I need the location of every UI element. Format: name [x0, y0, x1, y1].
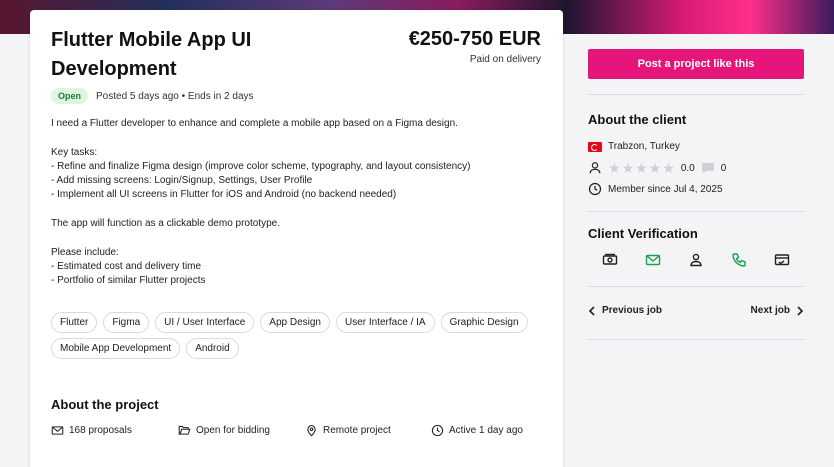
star-icon: ★	[621, 160, 635, 176]
project-facts: 168 proposals Open for bidding Remote pr…	[51, 424, 551, 437]
review-count: 0	[720, 162, 727, 174]
skill-tag[interactable]: Graphic Design	[440, 312, 528, 333]
skill-tag[interactable]: UI / User Interface	[155, 312, 255, 333]
clock-icon	[431, 424, 444, 437]
next-job-link[interactable]: Next job	[751, 305, 804, 316]
chevron-right-icon	[797, 305, 804, 316]
proposals-count: 168 proposals	[69, 425, 132, 436]
description-line	[51, 131, 551, 145]
user-icon	[589, 162, 601, 174]
star-icon: ★	[635, 160, 648, 176]
client-rating: ★ ★ ★ ★ ★ 0.0 0	[588, 161, 726, 175]
location-fact: Remote project	[305, 424, 431, 437]
divider	[588, 339, 804, 340]
project-meta: Open Posted 5 days ago • Ends in 2 days	[51, 88, 254, 104]
rating-stars: ★ ★ ★ ★ ★	[608, 160, 675, 176]
description-line: - Refine and finalize Figma design (impr…	[51, 160, 471, 172]
description-line: - Estimated cost and delivery time	[51, 260, 202, 272]
next-job-label: Next job	[750, 305, 790, 316]
post-project-button[interactable]: Post a project like this	[588, 49, 804, 79]
email-verified-icon	[645, 254, 660, 266]
location-pin-icon	[307, 425, 316, 437]
chevron-left-icon	[588, 305, 595, 316]
deposit-verified-icon	[775, 254, 790, 266]
description-line: - Add missing screens: Login/Signup, Set…	[51, 175, 313, 187]
description-line	[51, 231, 551, 245]
project-location: Remote project	[323, 425, 391, 436]
rating-value: 0.0	[680, 162, 695, 174]
project-title: Flutter Mobile App UI Development	[51, 29, 252, 80]
description-line: Key tasks:	[51, 146, 98, 158]
star-icon: ★	[648, 160, 662, 176]
description-line	[51, 203, 551, 217]
clock-icon	[588, 182, 602, 196]
skill-tag[interactable]: User Interface / IA	[335, 312, 435, 333]
skill-tag[interactable]: App Design	[260, 312, 330, 333]
skill-tags: Flutter Figma UI / User Interface App De…	[51, 312, 551, 359]
skill-tag[interactable]: Android	[186, 338, 239, 359]
status-badge: Open	[51, 88, 89, 104]
profile-verified-icon	[690, 253, 702, 267]
client-verification-heading: Client Verification	[588, 226, 698, 241]
divider	[588, 211, 804, 212]
activity-status: Active 1 day ago	[449, 425, 523, 436]
activity-fact: Active 1 day ago	[431, 424, 523, 437]
review-bubble-icon	[701, 162, 714, 174]
envelope-icon	[51, 426, 64, 435]
about-client-heading: About the client	[588, 112, 687, 127]
project-details-card: Flutter Mobile App UI Development €250-7…	[30, 10, 563, 467]
turkey-flag-icon	[588, 141, 602, 152]
payment-verified-icon	[602, 253, 617, 265]
divider	[588, 286, 804, 287]
star-icon: ★	[662, 160, 675, 176]
skill-tag[interactable]: Flutter	[51, 312, 98, 333]
member-since-text: Member since Jul 4, 2025	[608, 183, 723, 195]
project-budget: €250-750 EUR	[408, 28, 541, 50]
project-description: I need a Flutter developer to enhance an…	[51, 117, 551, 289]
payment-terms: Paid on delivery	[469, 54, 541, 65]
description-line: - Implement all UI screens in Flutter fo…	[51, 189, 397, 201]
client-location-text: Trabzon, Turkey	[608, 141, 680, 152]
description-line: I need a Flutter developer to enhance an…	[51, 118, 458, 129]
job-navigation: Previous job Next job	[588, 305, 804, 316]
skill-tag[interactable]: Mobile App Development	[51, 338, 181, 359]
description-line: - Portfolio of similar Flutter projects	[51, 275, 206, 287]
description-line: Please include:	[51, 246, 119, 258]
description-line: The app will function as a clickable dem…	[51, 218, 281, 230]
folder-open-icon	[178, 425, 191, 435]
phone-verified-icon	[732, 253, 746, 267]
client-location: Trabzon, Turkey	[588, 141, 680, 152]
divider	[588, 94, 804, 95]
proposals-fact: 168 proposals	[51, 424, 178, 437]
previous-job-link[interactable]: Previous job	[588, 305, 662, 316]
previous-job-label: Previous job	[602, 305, 663, 316]
verification-icons	[588, 252, 804, 268]
about-project-heading: About the project	[51, 397, 159, 412]
posted-info: Posted 5 days ago • Ends in 2 days	[96, 90, 254, 102]
skill-tag[interactable]: Figma	[103, 312, 150, 333]
star-icon: ★	[608, 160, 621, 176]
bidding-status: Open for bidding	[196, 425, 270, 436]
bidding-fact: Open for bidding	[178, 424, 305, 437]
client-member-since: Member since Jul 4, 2025	[588, 182, 723, 196]
